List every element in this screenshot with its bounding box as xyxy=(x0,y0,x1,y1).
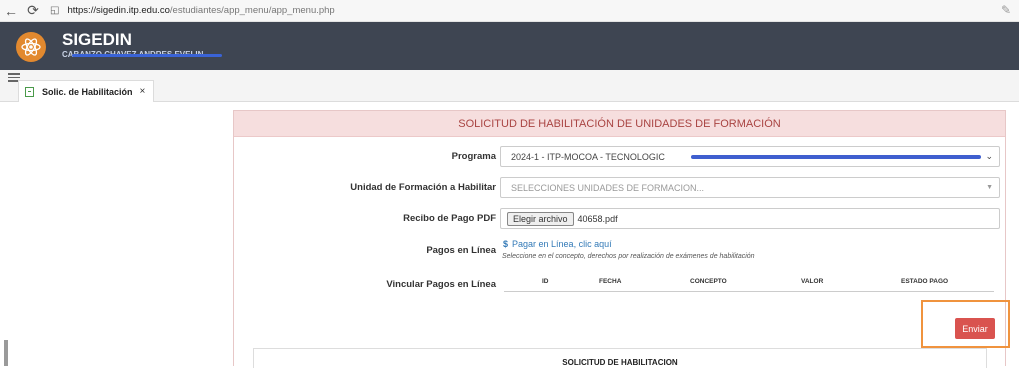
url-host: https://sigedin.itp.edu.co xyxy=(67,5,170,16)
sub-panel-title: SOLICITUD DE HABILITACION xyxy=(253,348,987,368)
programa-value: 2024-1 - ITP-MOCOA - TECNOLOGIC xyxy=(511,151,665,162)
reload-icon[interactable]: ⟳ xyxy=(22,0,44,22)
col-id: ID xyxy=(542,278,549,285)
pagos-table-header: ID FECHA CONCEPTO VALOR ESTADO PAGO xyxy=(504,272,994,292)
scrollbar[interactable] xyxy=(4,340,8,366)
unidad-select[interactable]: SELECCIONES UNIDADES DE FORMACION... ▼ xyxy=(500,177,1000,198)
redaction-mark xyxy=(691,155,981,159)
edit-icon[interactable]: ✎ xyxy=(1001,3,1011,17)
dollar-icon: $ xyxy=(503,239,509,249)
choose-file-button[interactable]: Elegir archivo xyxy=(507,211,574,226)
vincular-label: Vincular Pagos en Línea xyxy=(386,279,496,290)
close-icon[interactable]: × xyxy=(140,86,146,97)
file-name: 40658.pdf xyxy=(577,213,618,224)
tab-bar: Solic. de Habilitación × xyxy=(0,70,1019,102)
pagos-note: Seleccione en el concepto, derechos por … xyxy=(502,253,755,260)
col-concepto: CONCEPTO xyxy=(690,278,727,285)
unidad-placeholder: SELECCIONES UNIDADES DE FORMACION... xyxy=(511,182,705,193)
tab-label: Solic. de Habilitación xyxy=(42,86,133,97)
col-estado-pago: ESTADO PAGO xyxy=(901,278,949,285)
recibo-label: Recibo de Pago PDF xyxy=(403,213,496,224)
enviar-button[interactable]: Enviar xyxy=(955,318,995,339)
tab-solic-habilitacion[interactable]: Solic. de Habilitación × xyxy=(18,80,155,102)
user-name: CABANZO CHAVEZ ANDRES EVELIN xyxy=(62,50,222,62)
col-valor: VALOR xyxy=(801,278,824,285)
programa-select[interactable]: 2024-1 - ITP-MOCOA - TECNOLOGIC ⌄ xyxy=(500,146,1000,167)
atom-logo-icon xyxy=(16,32,46,62)
panel-title: SOLICITUD DE HABILITACIÓN DE UNIDADES DE… xyxy=(234,111,1005,137)
programa-label: Programa xyxy=(451,151,496,162)
arrow-left-icon[interactable]: ← xyxy=(0,0,22,22)
highlight-box: Enviar xyxy=(921,300,1010,348)
chevron-down-icon: ⌄ xyxy=(985,151,993,161)
address-bar[interactable]: ◱ https://sigedin.itp.edu.co/estudiantes… xyxy=(50,2,335,20)
page-info-icon[interactable]: ◱ xyxy=(50,5,59,16)
url-path: /estudiantes/app_menu/app_menu.php xyxy=(169,5,335,16)
browser-toolbar: ← ⟳ ◱ https://sigedin.itp.edu.co/estudia… xyxy=(0,0,1019,22)
app-header: SIGEDIN CABANZO CHAVEZ ANDRES EVELIN xyxy=(0,22,1019,70)
document-icon xyxy=(25,86,34,97)
caret-down-icon: ▼ xyxy=(986,184,993,191)
unidad-label: Unidad de Formación a Habilitar xyxy=(350,182,496,193)
pagos-label: Pagos en Línea xyxy=(426,245,496,256)
redaction-mark xyxy=(72,54,222,57)
pagar-link[interactable]: $ Pagar en Línea, clic aquí xyxy=(503,239,612,249)
app-title: SIGEDIN xyxy=(62,30,132,49)
pagar-link-text: Pagar en Línea, clic aquí xyxy=(512,239,612,249)
col-fecha: FECHA xyxy=(599,278,622,285)
form-panel: SOLICITUD DE HABILITACIÓN DE UNIDADES DE… xyxy=(233,110,1010,368)
recibo-file-input[interactable]: Elegir archivo 40658.pdf xyxy=(500,208,1000,229)
